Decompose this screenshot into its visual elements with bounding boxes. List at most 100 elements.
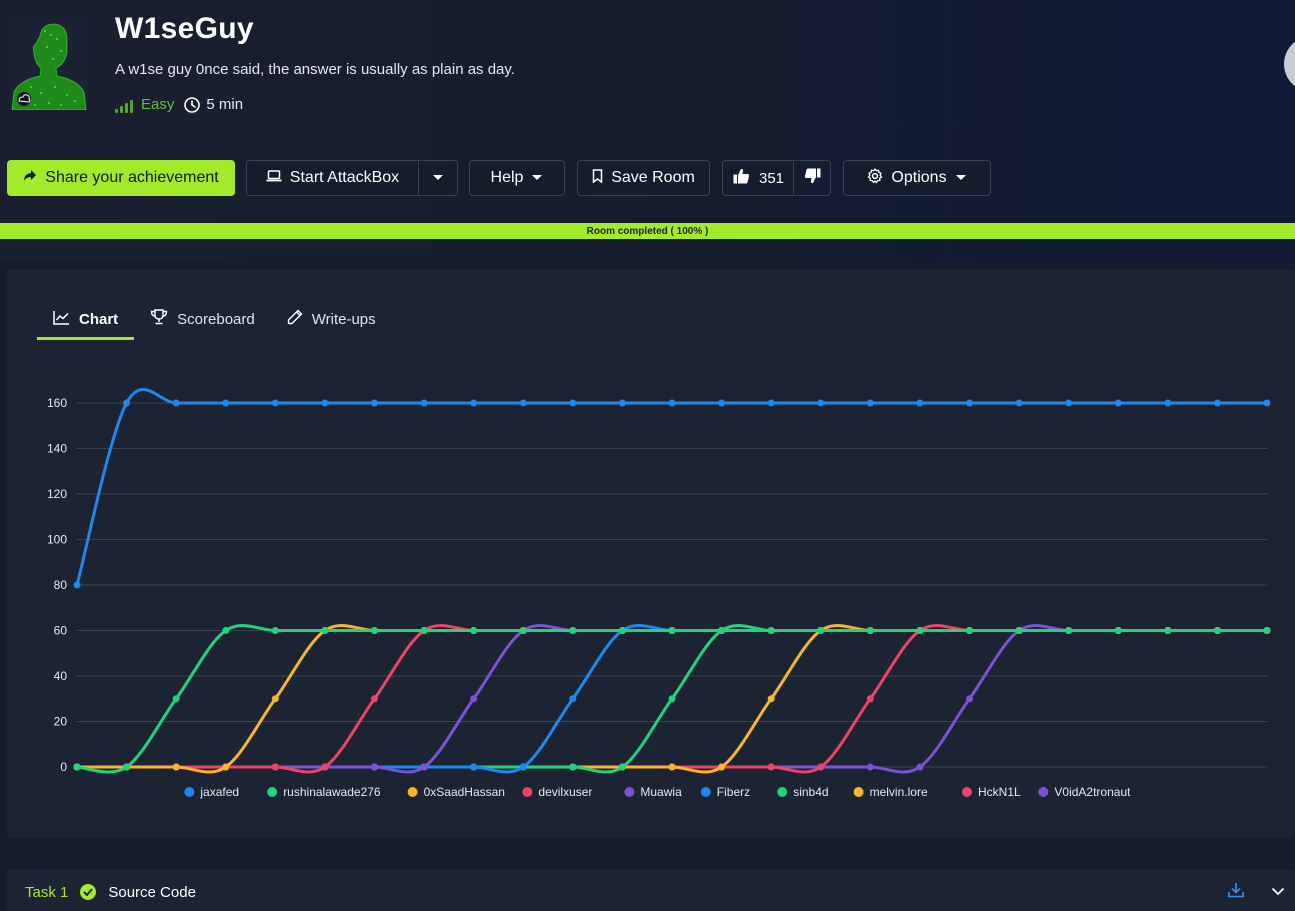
data-point xyxy=(916,399,924,407)
clock-icon xyxy=(184,96,201,113)
chevron-down-icon[interactable] xyxy=(1271,883,1285,901)
legend-marker xyxy=(407,787,418,797)
legend-marker xyxy=(700,787,711,797)
task-actions xyxy=(1227,869,1295,911)
attackbox-dropdown-toggle[interactable] xyxy=(418,160,458,196)
data-point xyxy=(420,763,428,771)
tab-chart-label: Chart xyxy=(79,310,119,328)
y-tick-label: 20 xyxy=(54,715,68,729)
avatar[interactable] xyxy=(1284,36,1295,92)
data-point xyxy=(767,627,775,634)
series-line xyxy=(75,388,1267,586)
bookmark-icon xyxy=(592,168,603,188)
data-point xyxy=(817,627,825,634)
data-point xyxy=(172,399,180,407)
data-point xyxy=(172,695,180,703)
caret-down-icon xyxy=(955,169,967,187)
data-point xyxy=(420,627,428,634)
data-point xyxy=(866,695,874,703)
room-description: A w1se guy 0nce said, the answer is usua… xyxy=(115,61,515,78)
legend-marker xyxy=(962,787,972,797)
legend-marker xyxy=(853,787,864,797)
y-tick-label: 60 xyxy=(54,624,68,638)
data-point xyxy=(569,763,577,771)
data-point xyxy=(668,627,676,634)
tab-write-ups-label: Write-ups xyxy=(311,310,376,328)
data-point xyxy=(1213,399,1221,407)
progress-label: Room completed ( 100% ) xyxy=(586,225,709,237)
data-point xyxy=(519,763,527,771)
legend-label: Muawia xyxy=(640,785,682,799)
difficulty-bars-icon xyxy=(115,97,133,113)
data-point xyxy=(519,627,527,634)
options-label: Options xyxy=(891,169,947,186)
gear-icon xyxy=(867,167,883,189)
tab-scoreboard[interactable]: Scoreboard xyxy=(134,299,271,339)
data-point xyxy=(1015,627,1023,634)
data-point xyxy=(123,763,131,771)
help-button[interactable]: Help xyxy=(469,160,565,196)
data-point xyxy=(767,399,775,407)
task-1-header[interactable]: Task 1 Source Code xyxy=(7,869,1295,911)
tab-scoreboard-label: Scoreboard xyxy=(177,310,255,328)
data-point xyxy=(1015,399,1023,407)
room-meta: Easy 5 min xyxy=(115,96,243,113)
save-room-button[interactable]: Save Room xyxy=(577,160,710,196)
data-point xyxy=(1065,399,1073,407)
data-point xyxy=(371,695,378,703)
start-attackbox-button[interactable]: Start AttackBox xyxy=(246,160,419,196)
y-tick-label: 40 xyxy=(54,669,68,683)
thumbs-up-icon xyxy=(733,168,750,188)
data-point xyxy=(966,399,973,407)
task-number: Task 1 xyxy=(25,883,69,901)
data-point xyxy=(271,627,279,634)
legend-marker xyxy=(1038,787,1049,797)
task-title: Source Code xyxy=(108,883,196,901)
download-icon[interactable] xyxy=(1227,881,1245,904)
y-tick-label: 80 xyxy=(54,578,68,592)
legend-marker xyxy=(624,787,635,797)
data-point xyxy=(271,695,279,703)
y-tick-label: 160 xyxy=(47,396,67,410)
data-point xyxy=(569,627,577,634)
data-point xyxy=(271,399,279,407)
legend-label: sinb4d xyxy=(793,785,828,799)
score-chart: 0 20 40 60 80 100 120 140 160 jaxafed rushinalawad… xyxy=(7,369,1295,809)
data-point xyxy=(966,695,973,703)
downvote-button[interactable] xyxy=(794,161,830,195)
legend-marker xyxy=(522,787,533,797)
legend-label: rushinalawade276 xyxy=(283,785,381,799)
data-point xyxy=(1114,399,1122,407)
options-button[interactable]: Options xyxy=(843,160,991,196)
data-point xyxy=(470,763,478,771)
upvote-count: 351 xyxy=(759,169,785,187)
data-point xyxy=(1114,627,1122,634)
data-point xyxy=(519,399,527,407)
room-icon xyxy=(10,16,88,110)
upvote-button[interactable]: 351 xyxy=(723,161,794,195)
tab-chart[interactable]: Chart xyxy=(37,299,135,340)
room-progress-bar: Room completed ( 100% ) xyxy=(0,223,1295,239)
data-point xyxy=(767,763,775,771)
share-label: Share your achievement xyxy=(45,169,219,186)
share-achievement-button[interactable]: Share your achievement xyxy=(7,160,235,196)
data-point xyxy=(767,695,775,703)
y-tick-label: 120 xyxy=(47,487,67,501)
data-point xyxy=(321,763,329,771)
vote-group: 351 xyxy=(722,160,831,196)
score-chart-svg: 0 20 40 60 80 100 120 140 160 jaxafed rushinalawad… xyxy=(47,388,1271,799)
data-point xyxy=(718,627,726,634)
thumbs-down-icon xyxy=(804,168,821,189)
hacker-silhouette-icon xyxy=(10,16,88,110)
start-attackbox-label: Start AttackBox xyxy=(289,169,400,186)
data-point xyxy=(1213,627,1221,634)
stats-panel: Chart Scoreboard Write-ups 0 20 40 60 80 100 1… xyxy=(7,269,1295,838)
share-icon xyxy=(23,169,37,188)
data-point xyxy=(371,763,378,771)
data-point xyxy=(668,763,676,771)
legend-label: HckN1L xyxy=(978,785,1021,799)
legend-label: devilxuser xyxy=(538,785,592,799)
legend-label: Fiberz xyxy=(717,785,750,799)
data-point xyxy=(271,763,279,771)
tab-write-ups[interactable]: Write-ups xyxy=(271,299,392,339)
